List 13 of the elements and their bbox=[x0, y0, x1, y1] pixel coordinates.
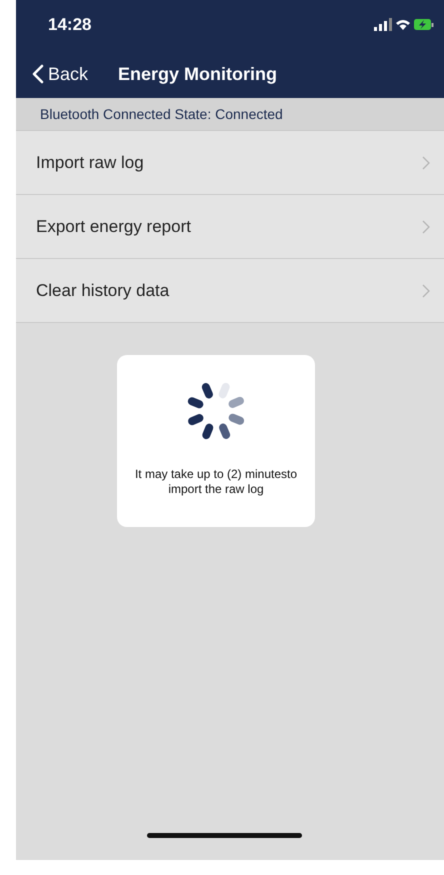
loading-message: It may take up to (2) minutesto import the raw log bbox=[134, 467, 298, 497]
chevron-right-icon bbox=[422, 220, 430, 234]
chevron-right-icon bbox=[422, 284, 430, 298]
status-icons-drawing bbox=[374, 17, 434, 33]
menu-row[interactable]: Export energy report bbox=[16, 195, 444, 259]
menu-row[interactable]: Clear history data bbox=[16, 259, 444, 323]
chevron-right-icon bbox=[422, 156, 430, 170]
connection-status-text: Bluetooth Connected State: Connected bbox=[40, 106, 283, 122]
status-time: 14:28 bbox=[48, 15, 92, 35]
chevron-left-icon bbox=[32, 64, 44, 84]
page-title: Energy Monitoring bbox=[118, 64, 278, 84]
menu-row[interactable]: Import raw log bbox=[16, 131, 444, 195]
back-button[interactable]: Back bbox=[32, 64, 88, 84]
